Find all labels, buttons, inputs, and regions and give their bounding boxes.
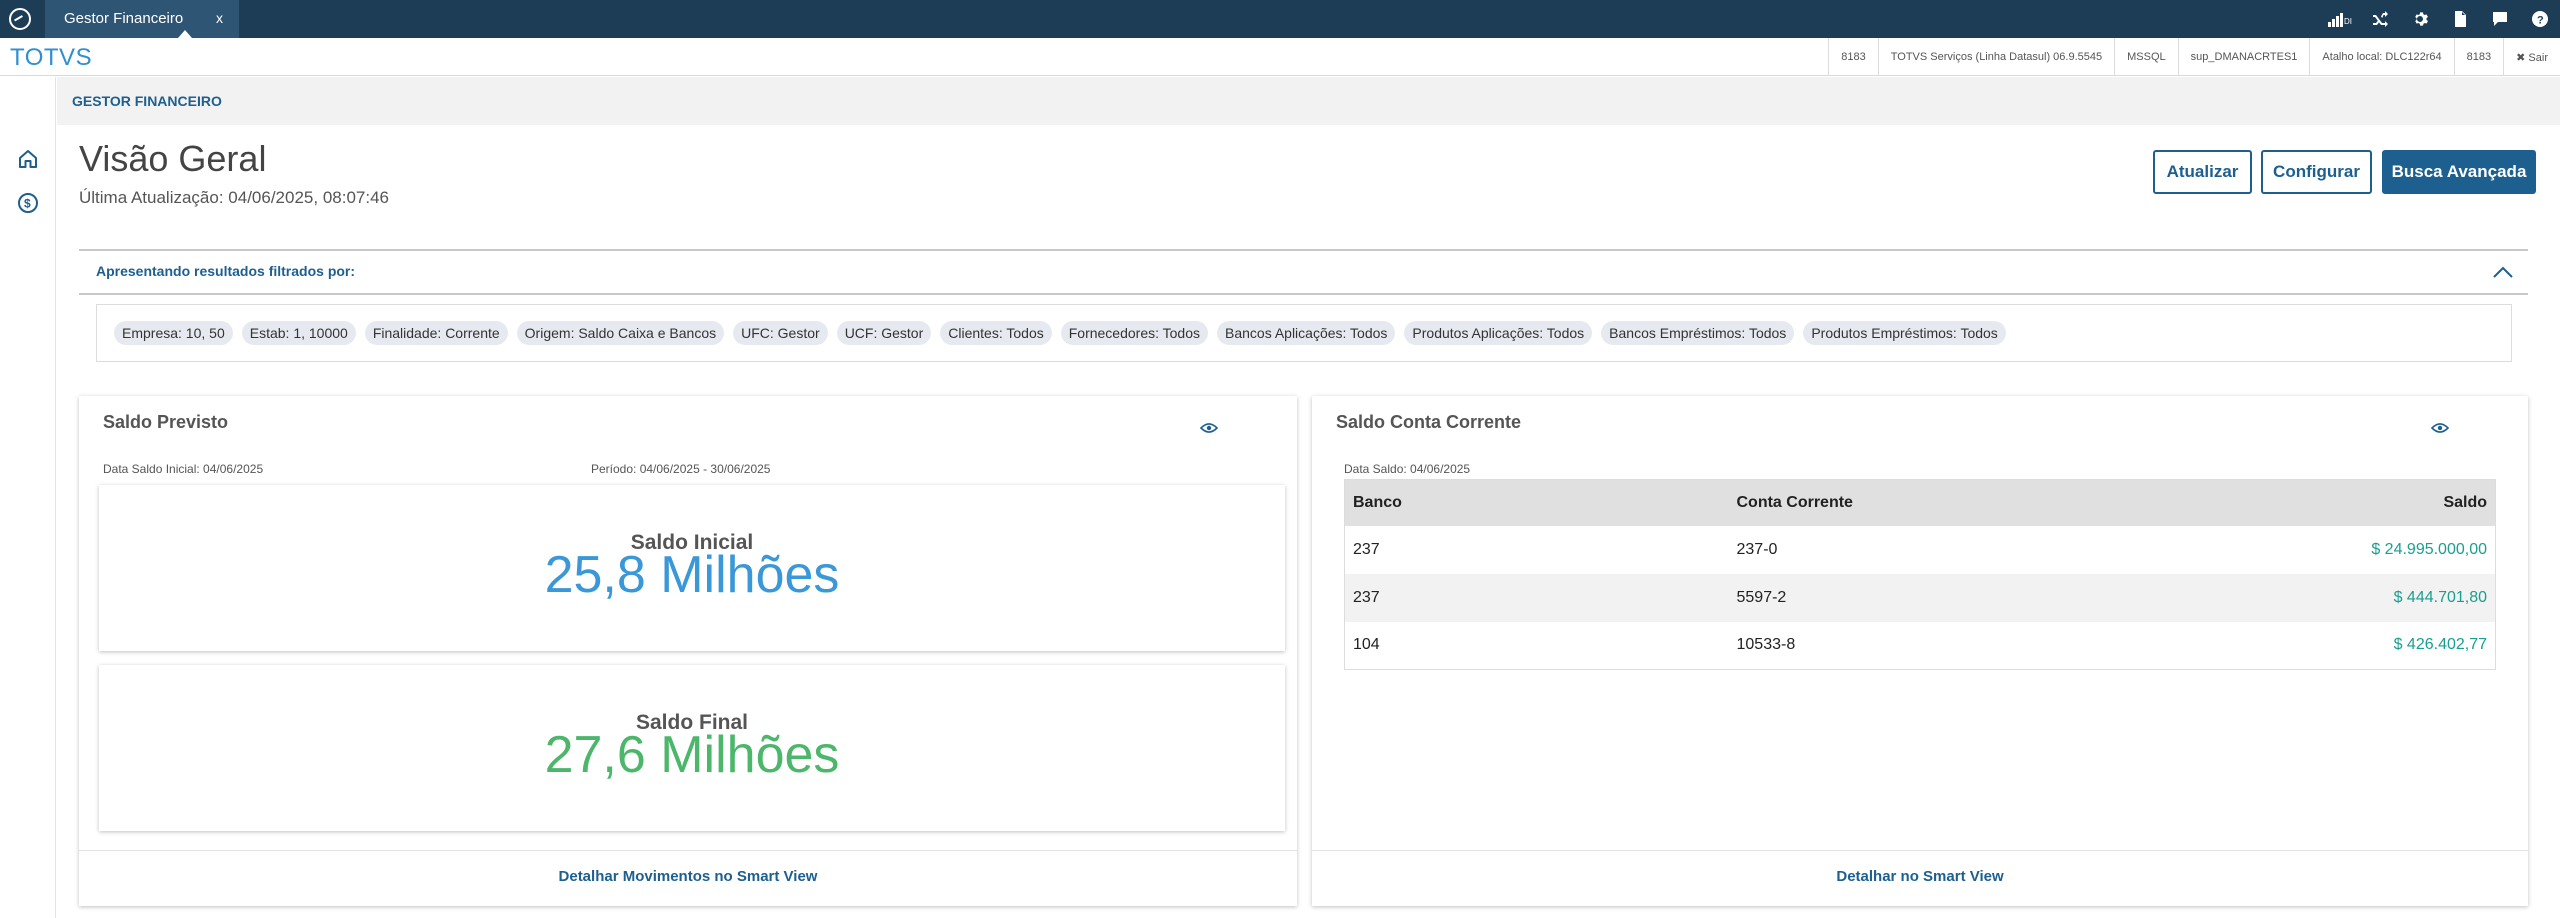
saldo-conta-corrente-card: Saldo Conta Corrente Data Saldo: 04/06/2… — [1312, 396, 2528, 906]
local-shortcut: Atalho local: DLC122r64 — [2309, 38, 2453, 76]
filter-chip: Fornecedores: Todos — [1060, 321, 1208, 345]
initial-balance-date: Data Saldo Inicial: 04/06/2025 — [103, 462, 264, 476]
filter-chips-panel: Empresa: 10, 50 Estab: 1, 10000 Finalida… — [96, 304, 2512, 362]
breadcrumb-bar: GESTOR FINANCEIRO — [57, 77, 2560, 125]
brand-logo: TOTVS — [10, 44, 93, 71]
info-bar: TOTVS 8183 TOTVS Serviços (Linha Datasul… — [0, 38, 2560, 76]
home-icon[interactable] — [16, 147, 40, 171]
column-header-banco[interactable]: Banco — [1344, 479, 1729, 526]
period: Período: 04/06/2025 - 30/06/2025 — [591, 462, 771, 476]
table-row[interactable]: 104 10533-8 $ 426.402,77 — [1345, 622, 2496, 670]
filter-chip: Empresa: 10, 50 — [114, 321, 233, 345]
document-icon[interactable] — [2440, 0, 2480, 38]
breadcrumb[interactable]: GESTOR FINANCEIRO — [72, 93, 222, 109]
finance-icon[interactable]: $ — [16, 191, 40, 215]
session-info: 8183 TOTVS Serviços (Linha Datasul) 06.9… — [1828, 38, 2560, 76]
filter-chip: Bancos Empréstimos: Todos — [1601, 321, 1795, 345]
top-bar: Gestor Financeiro x DI ? — [0, 0, 2560, 38]
tab-gestor-financeiro[interactable]: Gestor Financeiro x — [45, 0, 239, 38]
cell-saldo: $ 444.701,80 — [2112, 573, 2496, 622]
exit-button[interactable]: ✖ Sair — [2503, 38, 2560, 76]
cell-conta: 10533-8 — [1736, 636, 1796, 654]
svg-text:$: $ — [24, 197, 31, 211]
table-row[interactable]: 237 5597-2 $ 444.701,80 — [1344, 573, 2496, 622]
filter-chip: Produtos Empréstimos: Todos — [1803, 321, 2006, 345]
cell-conta: 237-0 — [1736, 540, 1778, 558]
configure-button[interactable]: Configurar — [2261, 150, 2372, 194]
svg-text:?: ? — [2537, 15, 2544, 27]
filter-header[interactable]: Apresentando resultados filtrados por: — [79, 249, 2528, 295]
advanced-search-button[interactable]: Busca Avançada — [2382, 150, 2536, 194]
svg-text:DI: DI — [2344, 17, 2352, 26]
saldo-inicial-value: 25,8 Milhões — [544, 546, 840, 604]
refresh-button[interactable]: Atualizar — [2153, 150, 2252, 194]
filter-title: Apresentando resultados filtrados por: — [96, 263, 356, 279]
cell-saldo: $ 24.995.000,00 — [2371, 540, 2487, 558]
filter-chip: UFC: Gestor — [733, 321, 828, 345]
cell-banco: 104 — [1353, 636, 1380, 654]
table-row[interactable]: 237 237-0 $ 24.995.000,00 — [1345, 526, 2496, 574]
chevron-up-icon[interactable] — [2492, 264, 2514, 280]
topbar-icons: DI ? — [2320, 0, 2560, 38]
saldo-final-box: Saldo Final 27,6 Milhões — [99, 665, 1285, 831]
balance-date: Data Saldo: 04/06/2025 — [1344, 462, 1471, 476]
help-icon[interactable]: ? — [2520, 0, 2560, 38]
table-header-row: Banco Conta Corrente Saldo — [1344, 479, 2496, 526]
tab-label: Gestor Financeiro — [64, 10, 184, 27]
card-footer: Detalhar no Smart View — [1312, 850, 2528, 906]
chat-icon[interactable] — [2480, 0, 2520, 38]
column-header-saldo[interactable]: Saldo — [2112, 479, 2496, 526]
filter-chip: Origem: Saldo Caixa e Bancos — [516, 321, 725, 345]
filter-chip: Clientes: Todos — [940, 321, 1052, 345]
filter-chip: Finalidade: Corrente — [364, 321, 508, 345]
eye-icon[interactable] — [2431, 422, 2449, 434]
gear-icon[interactable] — [2400, 0, 2440, 38]
card-title: Saldo Previsto — [103, 412, 229, 432]
saldo-inicial-box: Saldo Inicial 25,8 Milhões — [99, 485, 1285, 651]
card-title: Saldo Conta Corrente — [1336, 412, 1522, 432]
last-update: Última Atualização: 04/06/2025, 08:07:46 — [79, 188, 389, 207]
cell-conta: 5597-2 — [1728, 573, 2113, 622]
shuffle-icon[interactable] — [2360, 0, 2400, 38]
cell-saldo: $ 426.402,77 — [2393, 636, 2487, 654]
tab-active-indicator — [178, 30, 192, 38]
filter-chip: Bancos Aplicações: Todos — [1217, 321, 1396, 345]
page-title: Visão Geral — [79, 138, 267, 179]
smart-view-link[interactable]: Detalhar no Smart View — [1312, 868, 2528, 885]
service-version: TOTVS Serviços (Linha Datasul) 06.9.5545 — [1877, 38, 2114, 76]
session-id-2: 8183 — [2453, 38, 2503, 76]
accounts-table: Banco Conta Corrente Saldo 237 237-0 $ 2… — [1344, 479, 2496, 670]
smart-view-movements-link[interactable]: Detalhar Movimentos no Smart View — [79, 868, 1297, 885]
eye-icon[interactable] — [1200, 422, 1218, 434]
user-name: sup_DMANACRTES1 — [2177, 38, 2310, 76]
card-footer: Detalhar Movimentos no Smart View — [79, 850, 1297, 906]
filter-chips: Empresa: 10, 50 Estab: 1, 10000 Finalida… — [114, 321, 2006, 345]
column-header-conta[interactable]: Conta Corrente — [1728, 479, 2113, 526]
filter-chip: Estab: 1, 10000 — [241, 321, 356, 345]
sidebar: $ — [0, 77, 56, 918]
signal-icon[interactable]: DI — [2320, 0, 2360, 38]
filter-chip: Produtos Aplicações: Todos — [1404, 321, 1593, 345]
session-id: 8183 — [1828, 38, 1877, 76]
totvs-logo-icon[interactable] — [9, 8, 31, 30]
cell-banco: 237 — [1353, 540, 1380, 558]
tab-close-button[interactable]: x — [216, 10, 223, 26]
saldo-final-value: 27,6 Milhões — [544, 726, 840, 784]
saldo-previsto-card: Saldo Previsto Data Saldo Inicial: 04/06… — [79, 396, 1297, 906]
database-type: MSSQL — [2114, 38, 2178, 76]
filter-chip: UCF: Gestor — [836, 321, 932, 345]
cell-banco: 237 — [1344, 573, 1729, 622]
